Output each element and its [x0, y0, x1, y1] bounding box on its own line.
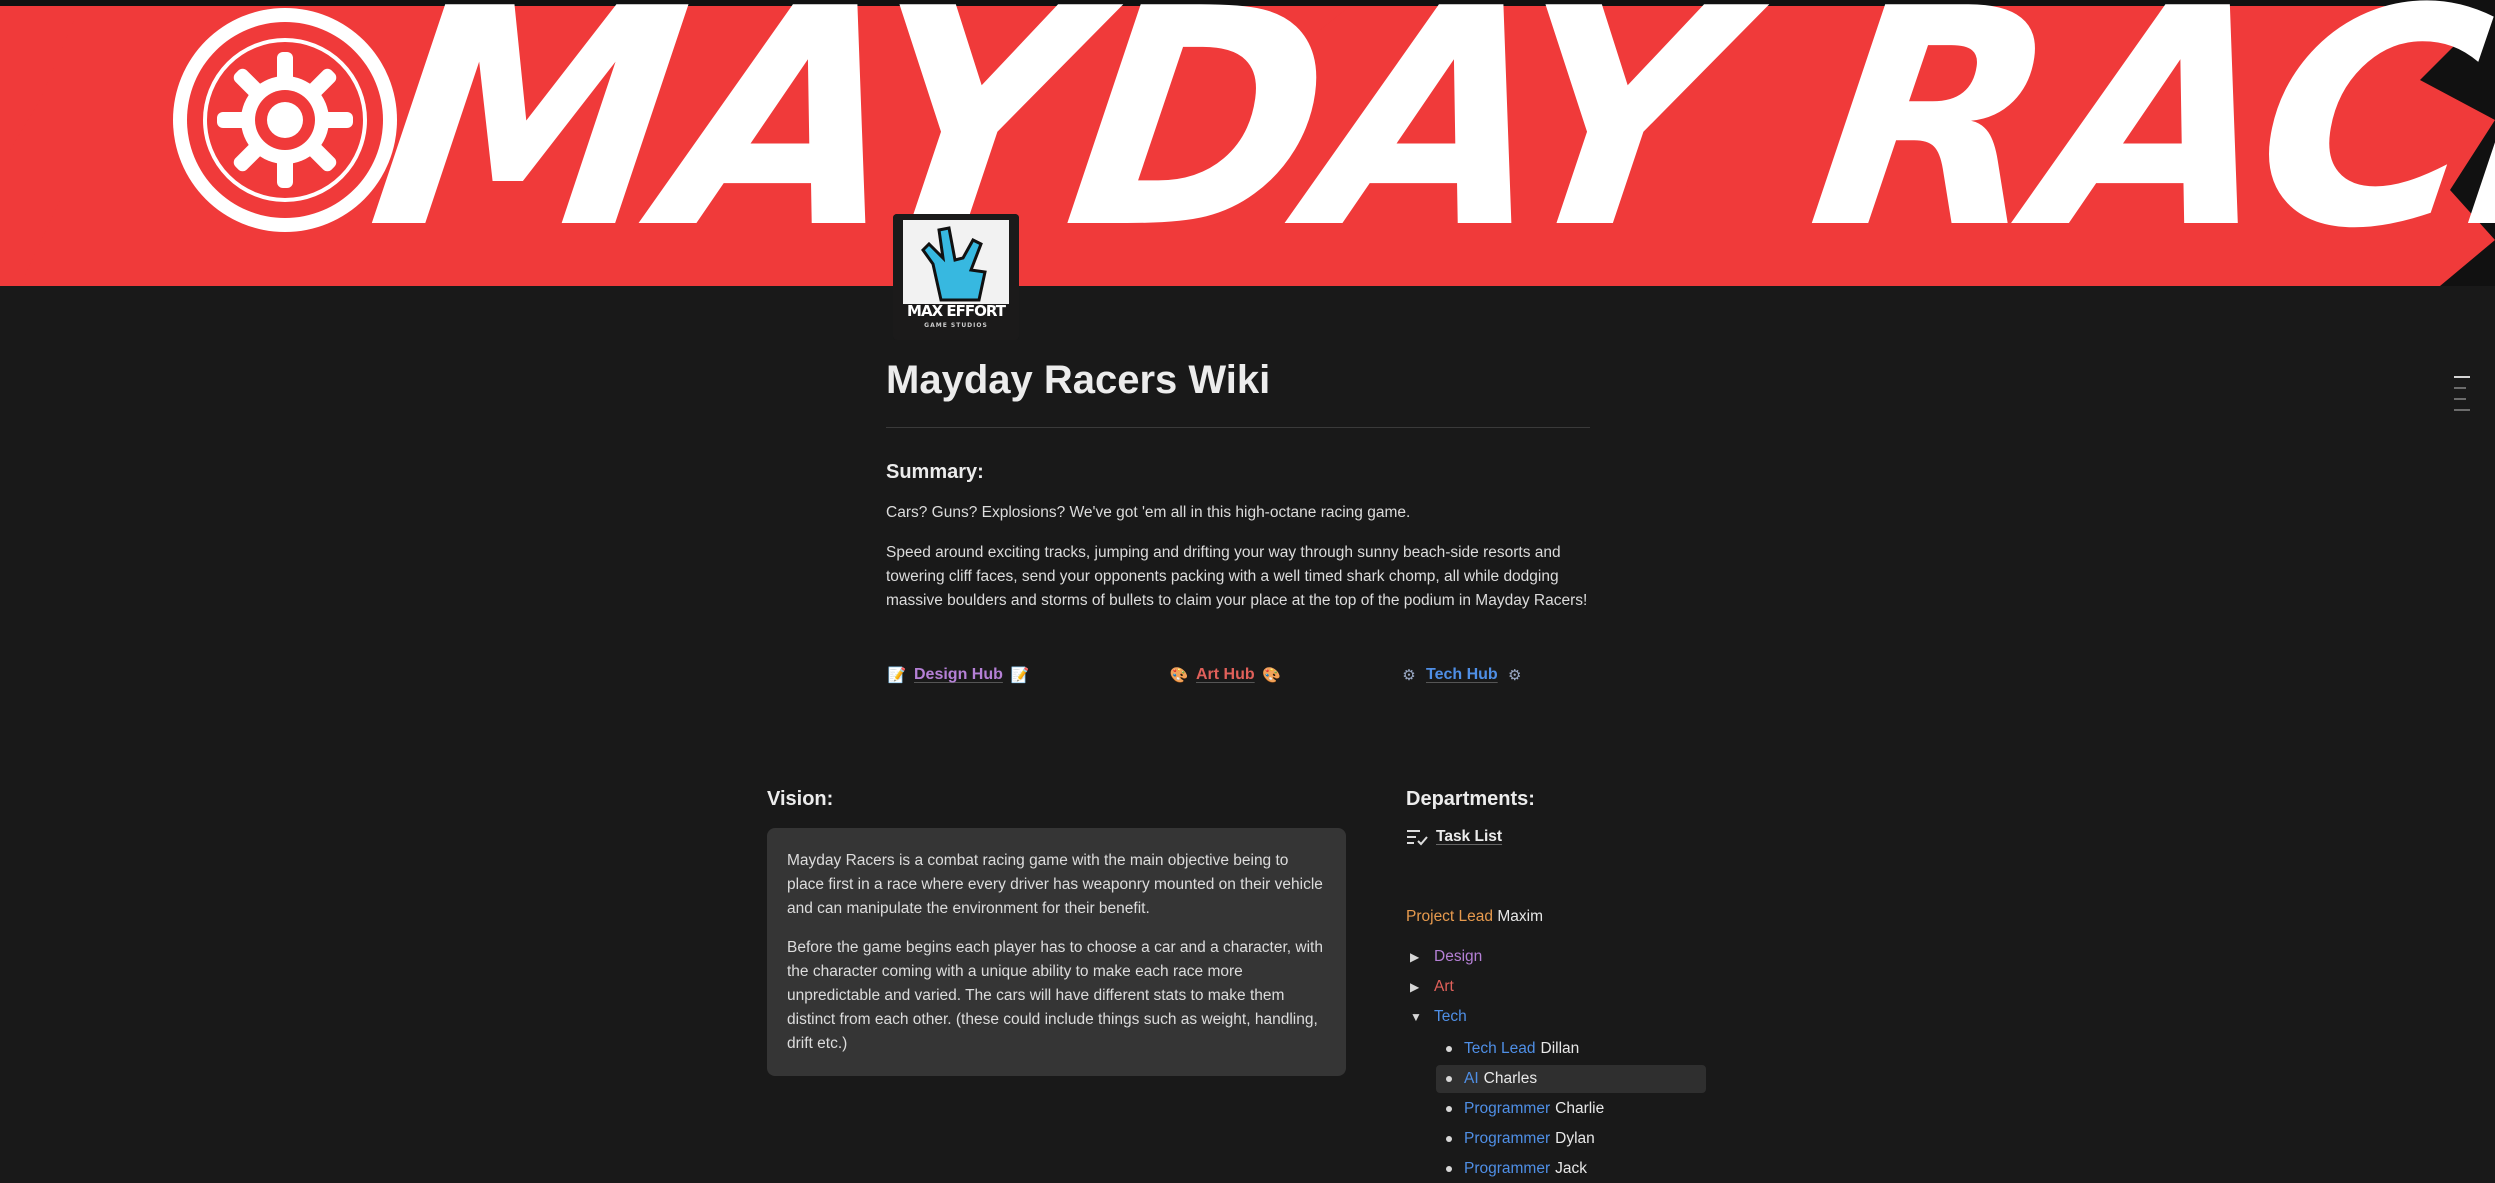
toggle-label-design[interactable]: Design: [1434, 948, 1482, 966]
bullet-icon: [1446, 1166, 1452, 1172]
list-item[interactable]: AI Charles: [1436, 1065, 1706, 1093]
member-name: Dylan: [1555, 1130, 1595, 1147]
vision-callout: Mayday Racers is a combat racing game wi…: [767, 828, 1346, 1076]
project-lead-name: Maxim: [1497, 908, 1543, 925]
logo-text: MAX EFFORT: [907, 302, 1006, 320]
toc-line[interactable]: [2454, 398, 2466, 400]
toggle-arrow-right-icon[interactable]: ▶: [1410, 980, 1424, 994]
toggle-label-tech[interactable]: Tech: [1434, 1008, 1467, 1026]
toggle-design[interactable]: ▶ Design: [1410, 948, 1482, 966]
memo-icon: 📝: [887, 667, 907, 684]
toc-line[interactable]: [2454, 409, 2470, 411]
toggle-art[interactable]: ▶ Art: [1410, 978, 1454, 996]
design-hub-link[interactable]: 📝 Design Hub 📝: [887, 666, 1030, 684]
checklist-icon: [1407, 830, 1428, 846]
table-of-contents-indicator[interactable]: [2454, 376, 2470, 420]
toggle-arrow-right-icon[interactable]: ▶: [1410, 950, 1424, 964]
toggle-tech[interactable]: ▼ Tech: [1410, 1008, 1467, 1026]
summary-paragraph: Speed around exciting tracks, jumping an…: [886, 544, 1588, 609]
member-name: Dillan: [1540, 1040, 1580, 1057]
bullet-icon: [1446, 1046, 1452, 1052]
tech-hub-label[interactable]: Tech Hub: [1426, 666, 1498, 684]
logo-subtext: GAME STUDIOS: [924, 322, 988, 329]
list-item[interactable]: Programmer Jack: [1436, 1155, 1706, 1183]
summary-heading: Summary:: [886, 461, 984, 483]
departments-heading: Departments:: [1406, 788, 1535, 810]
member-name: Charles: [1483, 1070, 1538, 1087]
vision-paragraph: Before the game begins each player has t…: [787, 939, 1323, 1052]
memo-icon: 📝: [1010, 667, 1030, 684]
tech-hub-link[interactable]: ⚙ Tech Hub ⚙: [1400, 666, 1524, 684]
bullet-icon: [1446, 1106, 1452, 1112]
list-item[interactable]: Programmer Charlie: [1436, 1095, 1706, 1123]
toc-line[interactable]: [2454, 376, 2470, 378]
toggle-label-art[interactable]: Art: [1434, 978, 1454, 996]
page-title[interactable]: Mayday Racers Wiki: [886, 358, 1270, 403]
summary-paragraph: Cars? Guns? Explosions? We've got 'em al…: [886, 504, 1411, 521]
member-role: Programmer: [1464, 1160, 1551, 1177]
cover-banner: MAYDAY RACERS: [0, 0, 2495, 286]
toc-line[interactable]: [2454, 387, 2466, 389]
palette-icon: 🎨: [1262, 667, 1281, 684]
project-lead-line: Project Lead Maxim: [1406, 908, 1543, 926]
project-lead-role: Project Lead: [1406, 908, 1494, 925]
divider: [886, 427, 1590, 428]
page-icon-logo[interactable]: MAX EFFORT GAME STUDIOS: [893, 214, 1019, 340]
palette-icon: 🎨: [1169, 667, 1189, 684]
bullet-icon: [1446, 1136, 1452, 1142]
toggle-arrow-down-icon[interactable]: ▼: [1410, 1010, 1424, 1024]
task-list-label[interactable]: Task List: [1436, 828, 1502, 846]
bullet-icon: [1446, 1076, 1452, 1082]
member-name: Jack: [1555, 1160, 1588, 1177]
gear-icon: ⚙: [1402, 667, 1416, 684]
member-role: Programmer: [1464, 1130, 1551, 1147]
vision-heading: Vision:: [767, 788, 834, 810]
vision-paragraph: Mayday Racers is a combat racing game wi…: [787, 852, 1323, 917]
list-item[interactable]: Programmer Dylan: [1436, 1125, 1706, 1153]
member-role: Programmer: [1464, 1100, 1551, 1117]
task-list-link[interactable]: Task List: [1406, 828, 1502, 846]
art-hub-label[interactable]: Art Hub: [1196, 666, 1255, 684]
art-hub-link[interactable]: 🎨 Art Hub 🎨: [1170, 666, 1281, 684]
member-role: AI: [1464, 1070, 1479, 1087]
design-hub-label[interactable]: Design Hub: [914, 666, 1003, 684]
member-name: Charlie: [1555, 1100, 1605, 1117]
list-item[interactable]: Tech Lead Dillan: [1436, 1035, 1706, 1063]
banner-title: MAYDAY RACERS: [355, 0, 2495, 286]
gear-icon: ⚙: [1507, 667, 1522, 684]
member-role: Tech Lead: [1464, 1040, 1536, 1057]
